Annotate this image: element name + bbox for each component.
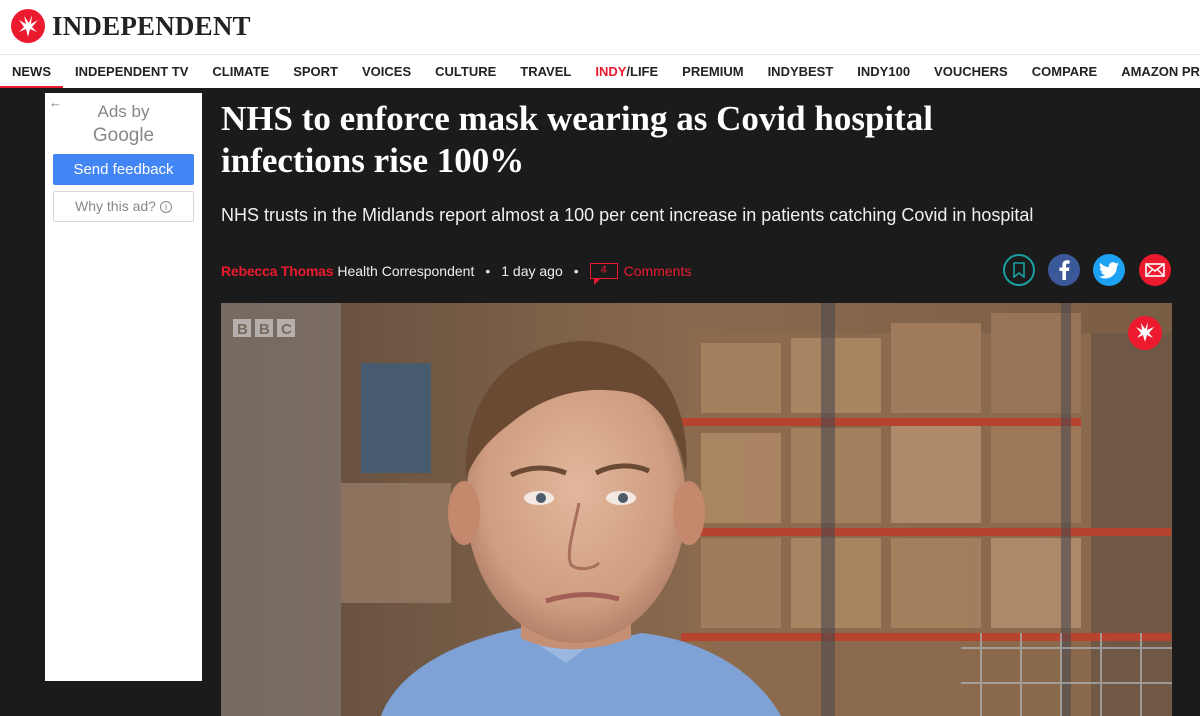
facebook-icon <box>1059 260 1070 280</box>
twitter-icon <box>1099 261 1119 278</box>
nav-item-culture[interactable]: CULTURE <box>423 55 508 89</box>
author-role: Health Correspondent <box>337 263 475 279</box>
comments-link[interactable]: Comments <box>624 263 692 279</box>
info-icon: i <box>159 201 172 213</box>
nav-item-vouchers[interactable]: VOUCHERS <box>922 55 1020 89</box>
article-area: ← Ads by Google Send feedback Why this a… <box>0 88 1200 716</box>
nav-item-amazon-prime-day[interactable]: AMAZON PRIME DAY <box>1109 55 1200 89</box>
google-label: Google <box>92 125 155 146</box>
why-this-ad-button[interactable]: Why this ad? i <box>53 191 194 222</box>
bbc-watermark-c: C <box>281 321 292 338</box>
bookmark-icon <box>1013 262 1025 278</box>
mail-icon <box>1145 263 1165 277</box>
bbc-watermark-b1: B <box>237 321 248 338</box>
site-header: INDEPENDENT <box>0 0 1200 54</box>
ad-panel: ← Ads by Google Send feedback Why this a… <box>45 93 202 681</box>
nav-item-news[interactable]: NEWS <box>0 55 63 89</box>
article-byline: Rebecca Thomas Health Correspondent • 1 … <box>221 261 692 285</box>
main-nav: NEWS INDEPENDENT TV CLIMATE SPORT VOICES… <box>0 54 1200 89</box>
headline-line-1: NHS to enforce mask wearing as Covid hos… <box>221 99 934 138</box>
article-video-still[interactable]: B B C <box>221 303 1172 716</box>
email-share-button[interactable] <box>1139 254 1171 286</box>
nav-item-indybest[interactable]: INDYBEST <box>756 55 846 89</box>
nav-indy-label: INDY <box>595 63 627 79</box>
author-link[interactable]: Rebecca Thomas <box>221 263 334 279</box>
site-logo-text: INDEPENDENT <box>52 10 251 41</box>
facebook-share-button[interactable] <box>1048 254 1080 286</box>
why-this-ad-label: Why this ad? <box>75 198 156 214</box>
nav-item-independent-tv[interactable]: INDEPENDENT TV <box>63 55 200 89</box>
twitter-share-button[interactable] <box>1093 254 1125 286</box>
site-logo[interactable]: INDEPENDENT <box>10 6 251 46</box>
separator-dot: • <box>573 263 579 279</box>
article-headline: NHS to enforce mask wearing as Covid hos… <box>221 98 1181 182</box>
article-standfirst: NHS trusts in the Midlands report almost… <box>221 205 1034 225</box>
separator-dot: • <box>485 263 491 279</box>
bbc-watermark-b2: B <box>259 321 270 338</box>
send-feedback-button[interactable]: Send feedback <box>53 154 194 185</box>
bookmark-button[interactable] <box>1003 254 1035 286</box>
nav-item-premium[interactable]: PREMIUM <box>670 55 755 89</box>
nav-item-indy100[interactable]: INDY100 <box>845 55 922 89</box>
nav-item-sport[interactable]: SPORT <box>281 55 350 89</box>
nav-item-compare[interactable]: COMPARE <box>1020 55 1109 89</box>
nav-item-indy-life[interactable]: INDY/LIFE <box>583 55 670 89</box>
publish-time: 1 day ago <box>501 263 563 279</box>
nav-item-travel[interactable]: TRAVEL <box>508 55 583 89</box>
headline-line-2: infections rise 100% <box>221 141 525 180</box>
nav-life-label: /LIFE <box>626 63 659 79</box>
video-still-image: B B C <box>221 303 1172 716</box>
nav-item-climate[interactable]: CLIMATE <box>200 55 281 89</box>
nav-item-voices[interactable]: VOICES <box>350 55 423 89</box>
ads-by-label: Ads by <box>97 102 150 121</box>
eagle-logo-icon <box>11 9 45 43</box>
comment-bubble-icon[interactable]: 4 <box>589 263 618 285</box>
